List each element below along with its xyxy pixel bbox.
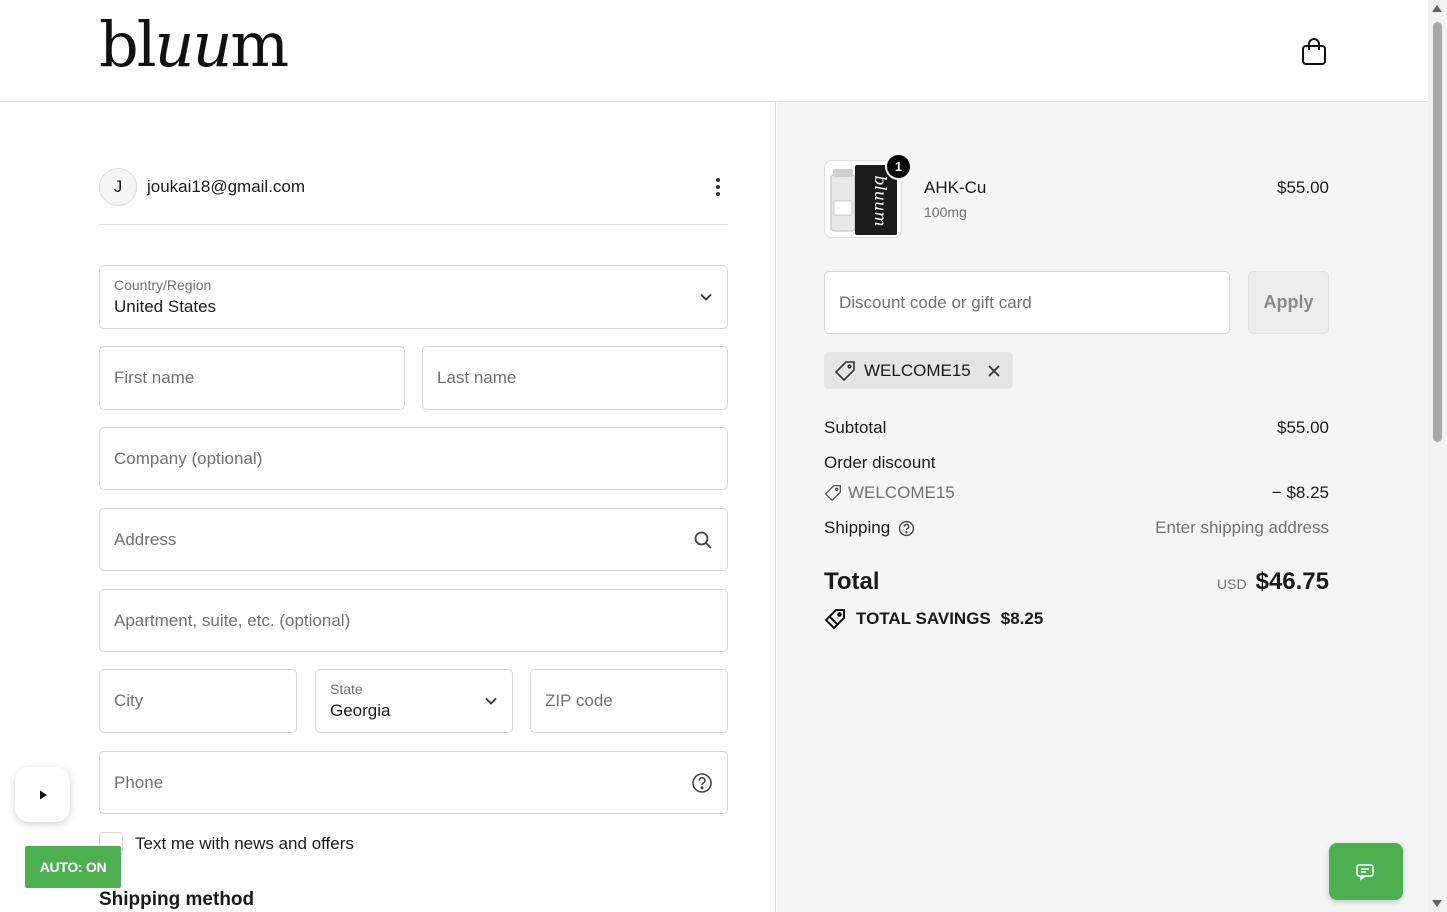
- scrollbar-thumb[interactable]: [1433, 22, 1442, 442]
- total-savings: TOTAL SAVINGS $8.25: [824, 608, 1043, 630]
- chevron-down-icon: [699, 293, 713, 302]
- order-discount-row: Order discount: [824, 453, 1329, 473]
- total-amount: USD $46.75: [1217, 568, 1329, 596]
- shipping-label: Shipping: [824, 518, 891, 537]
- savings-label: TOTAL SAVINGS: [856, 609, 991, 628]
- order-discount-label: Order discount: [824, 453, 936, 472]
- first-name-field[interactable]: First name: [99, 346, 405, 410]
- play-button[interactable]: [15, 767, 70, 822]
- zip-field[interactable]: ZIP code: [530, 669, 728, 733]
- page-scrollbar[interactable]: [1428, 0, 1447, 912]
- last-name-placeholder: Last name: [437, 368, 517, 387]
- applied-code-text: WELCOME15: [864, 360, 971, 380]
- order-discount-code-row: WELCOME15 − $8.25: [824, 483, 1329, 503]
- discount-code-input[interactable]: Discount code or gift card: [824, 271, 1230, 334]
- total-currency: USD: [1217, 576, 1247, 592]
- tag-icon: [824, 484, 842, 502]
- company-placeholder: Company (optional): [114, 448, 263, 468]
- apartment-field[interactable]: Apartment, suite, etc. (optional): [99, 589, 728, 652]
- sms-optin-row: Text me with news and offers: [99, 830, 354, 858]
- country-select[interactable]: Country/Region United States: [99, 265, 728, 329]
- auto-toggle-button[interactable]: AUTO: ON: [25, 846, 121, 888]
- applied-discount-chip: WELCOME15: [824, 352, 1013, 389]
- state-label: State: [330, 681, 363, 697]
- search-icon[interactable]: [693, 530, 713, 550]
- checkout-form-panel: J joukai18@gmail.com Country/Region Unit…: [0, 102, 776, 912]
- state-value: Georgia: [330, 701, 391, 720]
- shipping-row: Shipping Enter shipping address: [824, 518, 1329, 538]
- shipping-label-group: Shipping: [824, 518, 915, 538]
- close-icon[interactable]: [987, 364, 1001, 378]
- help-circle-icon[interactable]: [691, 772, 713, 794]
- avatar: J: [99, 168, 137, 206]
- shipping-value: Enter shipping address: [1155, 518, 1329, 537]
- first-name-placeholder: First name: [114, 368, 195, 387]
- shipping-method-title: Shipping method: [99, 889, 255, 910]
- city-field[interactable]: City: [99, 669, 297, 733]
- phone-field[interactable]: Phone: [99, 751, 728, 814]
- product-variant: 100mg: [924, 204, 967, 220]
- city-placeholder: City: [114, 691, 144, 710]
- country-label: Country/Region: [114, 277, 212, 293]
- order-summary-panel: bluum 1 AHK-Cu 100mg $55.00 Discount cod…: [777, 102, 1428, 912]
- state-select[interactable]: State Georgia: [315, 669, 513, 733]
- apply-button[interactable]: Apply: [1248, 271, 1329, 334]
- shopping-bag-icon[interactable]: [1299, 37, 1329, 67]
- phone-placeholder: Phone: [114, 772, 164, 792]
- total-row: Total USD $46.75: [824, 568, 1329, 596]
- sms-optin-label: Text me with news and offers: [135, 834, 354, 853]
- chat-widget-button[interactable]: [1329, 843, 1403, 900]
- help-circle-icon[interactable]: [898, 520, 915, 537]
- chevron-down-icon: [484, 697, 498, 706]
- scroll-up-arrow[interactable]: [1432, 5, 1442, 12]
- subtotal-label: Subtotal: [824, 418, 887, 437]
- tag-icon: [834, 360, 855, 381]
- discount-placeholder: Discount code or gift card: [839, 292, 1032, 312]
- bluum-logo[interactable]: bluum: [99, 14, 289, 76]
- address-placeholder: Address: [114, 529, 177, 549]
- account-row: J joukai18@gmail.com: [99, 168, 728, 225]
- kebab-menu-icon[interactable]: [708, 175, 728, 199]
- chat-icon: [1356, 863, 1374, 881]
- order-discount-code-text: WELCOME15: [848, 483, 955, 502]
- subtotal-value: $55.00: [1277, 418, 1329, 437]
- savings-tag-icon: [824, 609, 845, 630]
- order-discount-code: WELCOME15: [824, 483, 955, 503]
- svg-text:bluum: bluum: [871, 175, 890, 226]
- order-discount-value: − $8.25: [1271, 483, 1329, 502]
- total-label: Total: [824, 568, 880, 595]
- play-icon: [39, 790, 47, 799]
- country-value: United States: [114, 297, 217, 316]
- last-name-field[interactable]: Last name: [422, 346, 728, 410]
- zip-placeholder: ZIP code: [545, 691, 613, 710]
- product-line-item: bluum 1 AHK-Cu 100mg $55.00: [824, 153, 1329, 242]
- quantity-badge: 1: [885, 153, 912, 180]
- subtotal-row: Subtotal $55.00: [824, 418, 1329, 438]
- savings-value: $8.25: [1000, 609, 1044, 628]
- total-value: $46.75: [1255, 568, 1329, 595]
- product-name: AHK-Cu: [924, 178, 987, 197]
- scroll-down-arrow[interactable]: [1432, 900, 1442, 907]
- apartment-placeholder: Apartment, suite, etc. (optional): [114, 610, 351, 630]
- address-field[interactable]: Address: [99, 508, 728, 571]
- product-price: $55.00: [1277, 178, 1329, 197]
- site-header: bluum: [0, 0, 1428, 102]
- company-field[interactable]: Company (optional): [99, 427, 728, 490]
- account-email: joukai18@gmail.com: [147, 177, 306, 196]
